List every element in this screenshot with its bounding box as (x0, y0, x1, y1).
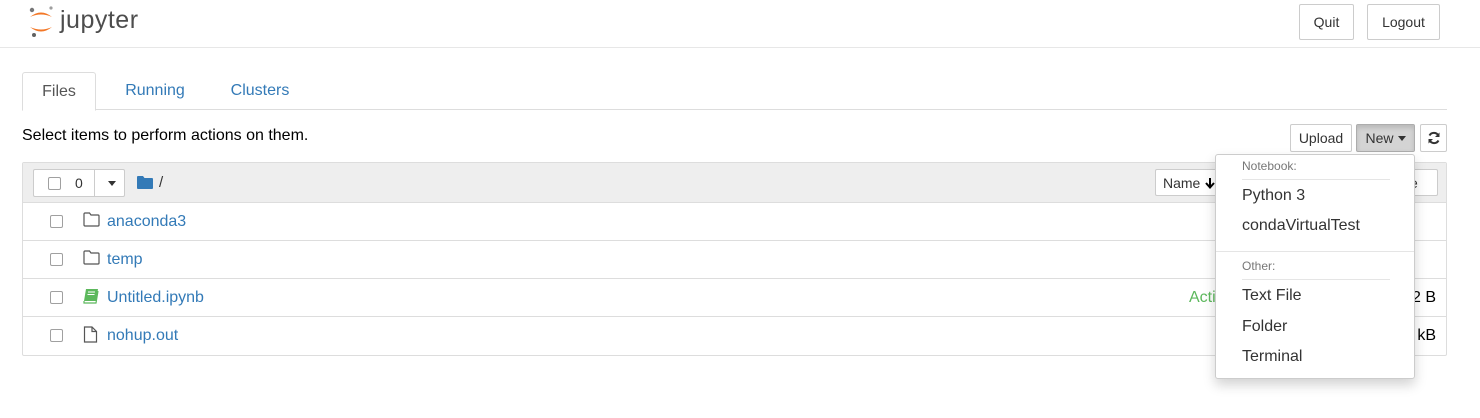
file-name-link[interactable]: temp (107, 251, 143, 269)
tab-running[interactable]: Running (100, 72, 210, 110)
menu-divider (1242, 179, 1390, 180)
breadcrumb[interactable]: / (137, 174, 163, 191)
selection-hint: Select items to perform actions on them. (22, 127, 309, 144)
select-all-checkbox[interactable] (48, 176, 61, 190)
select-all-group: 0 (33, 169, 125, 197)
header-bar: jupyter Quit Logout (0, 0, 1480, 48)
sort-name-label: Name (1163, 174, 1201, 191)
menu-divider (1242, 279, 1390, 280)
new-button-label: New (1365, 130, 1394, 146)
breadcrumb-root[interactable]: / (159, 174, 163, 191)
file-name-link[interactable]: anaconda3 (107, 213, 186, 231)
file-name-link[interactable]: nohup.out (107, 327, 178, 345)
logout-button[interactable]: Logout (1367, 4, 1440, 40)
row-checkbox[interactable] (50, 253, 63, 266)
notebook-icon (83, 289, 99, 304)
file-size: 2 B (1411, 289, 1436, 306)
menu-divider (1216, 251, 1414, 252)
menu-item-text-file[interactable]: Text File (1242, 287, 1302, 305)
notebook-header: Notebook: (1242, 159, 1297, 173)
file-icon (83, 326, 98, 343)
jupyter-logo[interactable]: jupyter (26, 4, 139, 40)
menu-item-terminal[interactable]: Terminal (1242, 348, 1302, 366)
select-menu-button[interactable] (95, 170, 124, 196)
row-checkbox[interactable] (50, 215, 63, 228)
new-dropdown-menu: Notebook: Python 3 condaVirtualTest Othe… (1215, 154, 1415, 379)
row-checkbox[interactable] (50, 291, 63, 304)
refresh-button[interactable] (1420, 124, 1447, 152)
row-checkbox[interactable] (50, 329, 63, 342)
folder-icon (137, 176, 153, 189)
menu-item-python3[interactable]: Python 3 (1242, 187, 1305, 205)
menu-item-folder[interactable]: Folder (1242, 318, 1287, 336)
jupyter-logo-icon (29, 6, 53, 37)
folder-outline-icon (83, 250, 100, 265)
new-button[interactable]: New (1356, 124, 1415, 152)
other-header: Other: (1242, 259, 1276, 273)
running-status: Acti (1189, 289, 1216, 306)
file-size: kB (1417, 327, 1436, 344)
tab-files[interactable]: Files (22, 72, 96, 111)
refresh-icon (1428, 131, 1439, 145)
tab-clusters[interactable]: Clusters (204, 72, 316, 110)
chevron-down-icon (107, 180, 116, 186)
folder-outline-icon (83, 212, 100, 227)
selected-count: 0 (75, 175, 83, 191)
upload-button[interactable]: Upload (1290, 124, 1352, 152)
tab-bar: Files Running Clusters (22, 72, 1447, 111)
file-name-link[interactable]: Untitled.ipynb (107, 289, 204, 307)
quit-button[interactable]: Quit (1299, 4, 1354, 40)
menu-item-condavirtualtest[interactable]: condaVirtualTest (1242, 217, 1360, 235)
logo-text: jupyter (60, 5, 139, 34)
chevron-down-icon (1397, 135, 1406, 141)
select-all-toggle[interactable]: 0 (34, 170, 95, 196)
